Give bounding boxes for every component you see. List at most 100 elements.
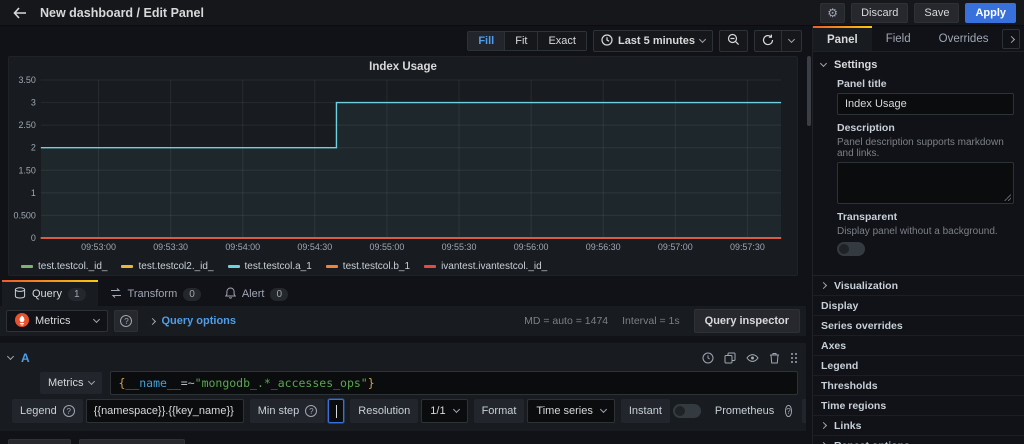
back-arrow-icon[interactable] — [8, 3, 32, 23]
sidebar-section-repeat-options[interactable]: Repeat options — [813, 436, 1024, 444]
refresh-group — [754, 30, 802, 52]
refresh-button[interactable] — [754, 30, 781, 52]
legend-label-text: Legend — [20, 405, 57, 417]
sidebar-section-label: Series overrides — [821, 319, 903, 332]
resize-grip-icon[interactable] — [1004, 194, 1011, 201]
promql-expression-input[interactable]: {__name__ =~ "mongodb_.*_accesses_ops"} — [110, 371, 798, 395]
exact-mode-button[interactable]: Exact — [538, 32, 586, 50]
description-textarea[interactable] — [837, 162, 1014, 204]
legend-item[interactable]: ivantest.ivantestcol._id_ — [424, 261, 547, 272]
description-help-text: Panel description supports markdown and … — [837, 137, 1004, 159]
legend-color-dash — [325, 264, 338, 268]
chart-canvas: 0 0.500 1 1.50 2 2.50 3 3.50 09:53:00 09:53:30 09:… — [13, 75, 782, 252]
legend-item[interactable]: test.testcol.a_1 — [227, 260, 312, 272]
svg-text:3: 3 — [31, 98, 36, 108]
scrollbar-thumb[interactable] — [807, 56, 811, 126]
toggle-knob — [839, 244, 849, 254]
description-label: Description — [837, 122, 895, 134]
metrics-dropdown-label: Metrics — [48, 377, 84, 389]
panel-preview[interactable]: Index Usage 0 0.500 1 1.50 2 2.50 3 3.50 09:53:0… — [8, 56, 798, 276]
panel-title-input[interactable] — [837, 93, 1014, 115]
apply-button[interactable]: Apply — [965, 2, 1016, 23]
legend-series-name: test.testcol.a_1 — [244, 260, 312, 272]
sidebar-section-links[interactable]: Links — [813, 416, 1024, 436]
legend-format-input[interactable] — [85, 399, 244, 423]
tab-alert[interactable]: Alert 0 — [213, 282, 300, 306]
panel-title: Index Usage — [369, 61, 437, 73]
legend-color-dash — [424, 264, 437, 268]
sidebar-section-legend[interactable]: Legend — [813, 356, 1024, 376]
tab-overrides[interactable]: Overrides — [925, 26, 1003, 51]
add-expression-button[interactable]: + Expression △ — [79, 439, 185, 444]
sidebar-section-visualization[interactable]: Visualization — [813, 276, 1024, 296]
help-icon: ? — [62, 405, 75, 417]
tab-panel[interactable]: Panel — [813, 26, 872, 51]
settings-header[interactable]: Settings — [819, 59, 1014, 71]
legend-series-name: ivantest.ivantestcol._id_ — [441, 260, 548, 272]
resolution-select[interactable]: 1/1 — [421, 399, 468, 423]
refresh-interval-dropdown[interactable] — [781, 30, 802, 52]
query-options-toggle[interactable]: Query options — [149, 315, 236, 327]
transparent-field: Transparent Display panel without a back… — [837, 211, 1014, 261]
breadcrumb: New dashboard / Edit Panel — [40, 5, 204, 20]
panel-title-field: Panel title — [837, 78, 1014, 115]
sidebar-tabs: Panel Field Overrides — [813, 26, 1024, 52]
chevron-down-icon — [93, 315, 101, 324]
legend-item[interactable]: test.testcol2._id_ — [121, 261, 214, 272]
sidebar-section-time-regions[interactable]: Time regions — [813, 396, 1024, 416]
help-icon: ? — [305, 405, 318, 417]
sidebar-section-axes[interactable]: Axes — [813, 336, 1024, 356]
query-meta: MD = auto = 1474 Interval = 1s Query ins… — [524, 309, 800, 333]
scrollbar[interactable] — [806, 26, 812, 444]
time-range-picker[interactable]: Last 5 minutes — [592, 30, 713, 52]
min-step-input[interactable] — [328, 399, 345, 423]
metrics-dropdown[interactable]: Metrics — [40, 372, 103, 394]
add-query-button[interactable]: + Query — [8, 439, 72, 444]
sidebar-section-label: Legend — [821, 359, 859, 372]
time-series-chart[interactable]: 0 0.500 1 1.50 2 2.50 3 3.50 09:53:00 09:53:30 09:… — [9, 75, 797, 257]
hide-query-icon[interactable] — [746, 352, 759, 364]
fit-mode-button[interactable]: Fit — [505, 32, 539, 50]
tab-field[interactable]: Field — [872, 26, 925, 51]
instant-label: Instant — [620, 399, 670, 423]
description-field: Description Panel description supports m… — [837, 122, 1014, 204]
drag-handle-icon[interactable] — [790, 352, 798, 364]
discard-button[interactable]: Discard — [851, 2, 909, 23]
tab-query[interactable]: Query 1 — [2, 280, 98, 306]
refresh-icon — [762, 34, 774, 49]
collapse-sidebar-button[interactable] — [1002, 29, 1020, 49]
editor-tabs: Query 1 Transform 0 Alert 0 — [0, 280, 806, 306]
prometheus-label-text: Prometheus — [714, 405, 775, 417]
sidebar-section-display[interactable]: Display — [813, 296, 1024, 316]
format-select[interactable]: Time series — [527, 399, 615, 423]
sidebar-section-label: Axes — [821, 339, 847, 352]
query-history-icon[interactable] — [702, 352, 714, 364]
datasource-help-button[interactable]: ? — [114, 310, 139, 332]
zoom-out-button[interactable] — [719, 30, 748, 52]
legend-item[interactable]: test.testcol._id_ — [21, 261, 107, 272]
collapse-chevron-icon[interactable] — [6, 352, 15, 361]
duplicate-query-icon[interactable] — [724, 352, 736, 364]
fill-mode-button[interactable]: Fill — [468, 32, 506, 50]
panel-settings-button[interactable]: ⚙ — [820, 2, 846, 23]
query-inspector-button[interactable]: Query inspector — [693, 309, 800, 333]
sidebar-section-thresholds[interactable]: Thresholds — [813, 376, 1024, 396]
promql-token-string: "mongodb_.*_accesses_ops" — [194, 376, 368, 390]
transparent-toggle[interactable] — [837, 242, 865, 256]
svg-text:3.50: 3.50 — [18, 75, 35, 85]
sidebar-body: Settings Panel title Description Panel d… — [813, 52, 1024, 444]
datasource-picker[interactable]: Metrics — [6, 310, 109, 332]
sidebar-section-series-overrides[interactable]: Series overrides — [813, 316, 1024, 336]
svg-text:09:53:30: 09:53:30 — [153, 242, 188, 252]
tab-transform[interactable]: Transform 0 — [98, 282, 213, 306]
instant-toggle[interactable] — [672, 404, 701, 418]
svg-text:1.50: 1.50 — [18, 165, 35, 175]
alert-count-badge: 0 — [270, 287, 288, 301]
delete-query-icon[interactable] — [769, 352, 780, 364]
save-button[interactable]: Save — [914, 2, 960, 23]
panel-title-label: Panel title — [837, 78, 887, 90]
chevron-down-icon — [819, 59, 828, 68]
legend-item[interactable]: test.testcol.b_1 — [325, 261, 410, 272]
svg-text:2: 2 — [31, 143, 36, 153]
resolution-value: 1/1 — [430, 405, 446, 417]
